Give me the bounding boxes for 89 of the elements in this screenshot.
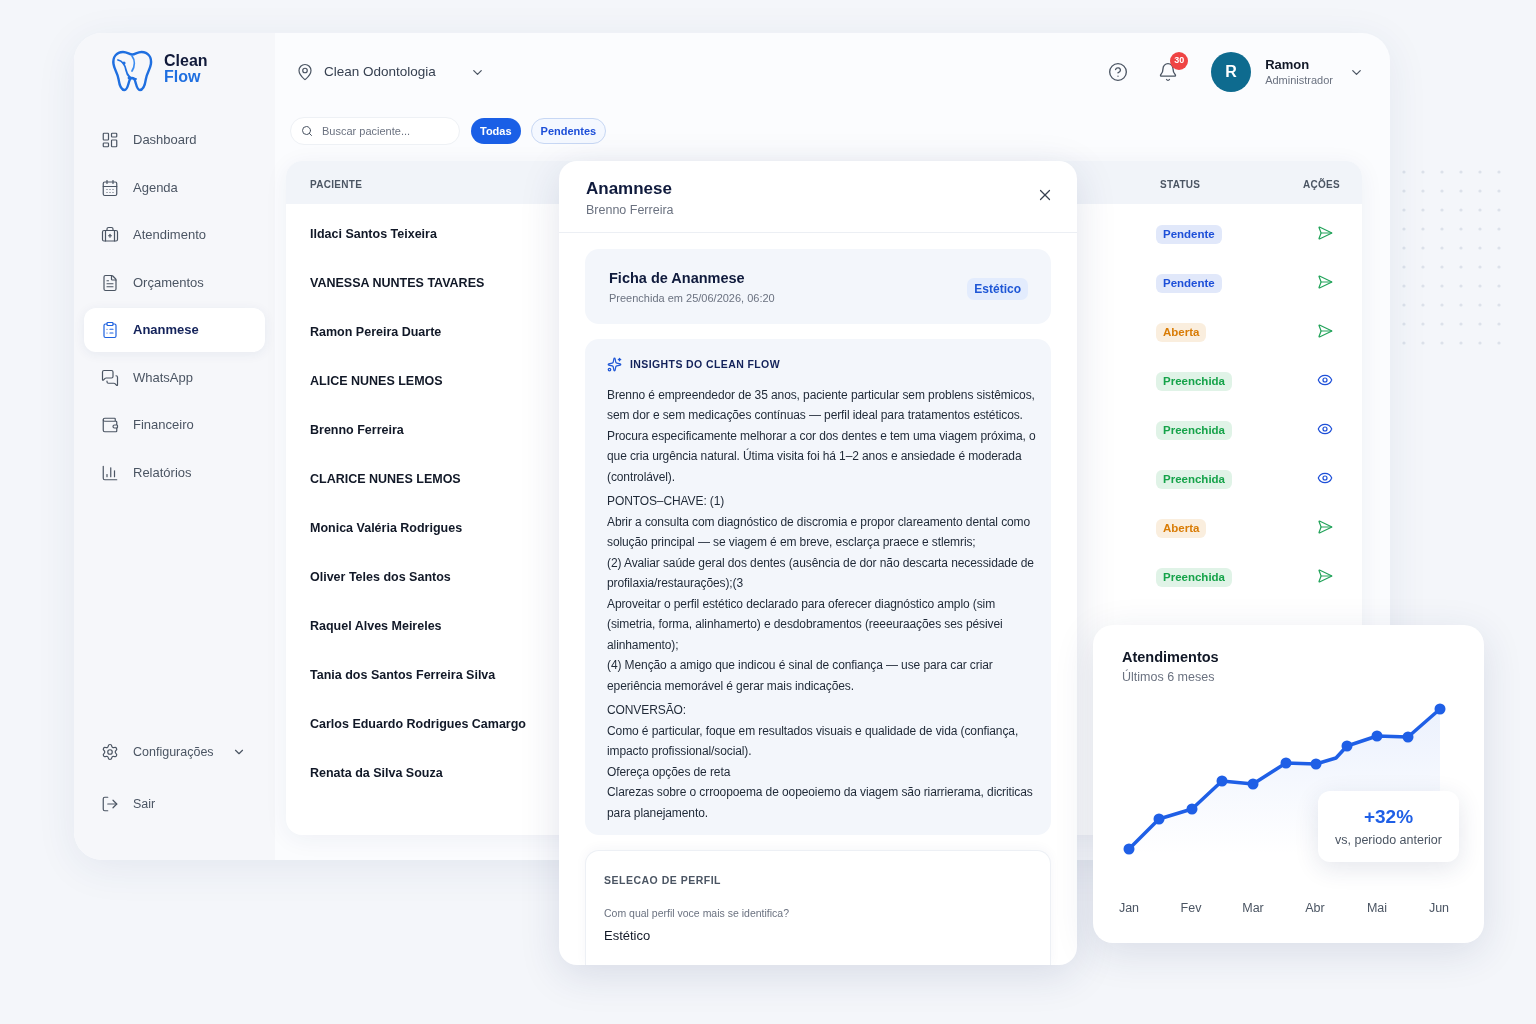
form-date: Preenchida em 25/06/2026, 06:20: [609, 290, 775, 305]
send-icon[interactable]: [1317, 273, 1333, 290]
wallet-icon: [101, 416, 119, 434]
insight-paragraph: Ofereça opções de reta: [607, 763, 732, 781]
chat-bubbles-icon: [101, 368, 119, 387]
filter-chip[interactable]: Pendentes: [530, 118, 607, 144]
logo-wordmark: Clean Flow: [164, 51, 208, 85]
map-pin-icon: [296, 63, 314, 81]
insight-paragraph: (4) Menção a amigo que indicou é sinal de confiança — use para car criar eperiência memorável é gerar mais indicações.: [607, 657, 994, 695]
nav-item[interactable]: Relatórios: [84, 450, 265, 495]
status-badge: Preenchida: [1156, 371, 1232, 391]
profile-tag: Estético: [967, 277, 1028, 300]
bar-chart-icon: [101, 463, 119, 482]
clinic-selector[interactable]: Clean Odontologia: [324, 61, 436, 83]
nav-item[interactable]: WhatsApp: [84, 355, 265, 400]
nav-item[interactable]: Atendimento: [84, 213, 265, 257]
status-badge: Preenchida: [1156, 420, 1232, 440]
axis-label: Mar: [1242, 900, 1264, 917]
column-header: STATUS: [1160, 178, 1201, 190]
dashboard-grid-icon: [101, 131, 119, 149]
send-icon[interactable]: [1317, 518, 1333, 535]
status-badge: Preenchida: [1156, 567, 1232, 587]
bell-icon[interactable]: [1158, 62, 1179, 82]
status-badge: Preenchida: [1156, 469, 1232, 489]
calendar-icon: [101, 178, 119, 197]
document-icon: [101, 273, 119, 292]
nav-item[interactable]: Dashboard: [84, 118, 265, 162]
form-title: Ficha de Ananmese: [609, 268, 746, 287]
status-badge: Aberta: [1156, 518, 1207, 538]
insight-paragraph: Brenno é empreendedor de 35 anos, paciente particular sem problens sistêmicos, sem dor e sem medicações contínuas — perfil ideal para tratamentos estéticos. Procura especificamente melhorar a cor dos dentes e tem uma viagem próxima, o que cria urgência natural. Útima visita foi há 1–2 anos e ansiedade é moderada (controlável).: [607, 386, 1037, 486]
status-badge: Pendente: [1156, 273, 1222, 293]
filter-chip[interactable]: Todas: [471, 118, 521, 144]
nav-item[interactable]: Sair: [84, 782, 156, 826]
axis-label: Jan: [1118, 900, 1140, 917]
nav-item[interactable]: Ananmese: [84, 308, 265, 352]
column-header: AÇÕES: [1302, 178, 1340, 190]
patient-name: Brenno Ferreira: [310, 422, 404, 437]
user-name: Ramon: [1265, 57, 1311, 73]
insight-paragraph: Abrir a consulta com diagnóstico de discromia e propor clareamento dental como solução principal — se viagem é em breve, esclarça praece e stlemris;: [607, 513, 1032, 552]
patient-name: Raquel Alves Meireles: [310, 618, 442, 633]
patient-name: VANESSA NUNTES TAVARES: [310, 275, 485, 290]
insight-paragraph: Como é particular, foque em resultados visuais e qualidade de vida (confiança, impacto profissional/social).: [607, 722, 1020, 761]
send-icon[interactable]: [1317, 322, 1333, 339]
medical-case-icon: [101, 226, 119, 244]
status-badge: Aberta: [1156, 322, 1207, 342]
send-icon[interactable]: [1317, 224, 1333, 241]
answer-text: Estético: [604, 926, 652, 945]
section-title: SELECAO DE PERFIL: [604, 873, 722, 889]
modal-title: Anamnese: [586, 178, 673, 200]
patient-name: Monica Valéria Rodrigues: [310, 520, 463, 535]
insight-paragraph: Aproveitar o perfil estético declarado para oferecer diagnóstico amplo (sim (simetria, forma, alinhamerto) e desdobramentos (reeeuraações ses pésivei alinhamento);: [607, 595, 1004, 654]
nav-item[interactable]: Financeiro: [84, 403, 265, 447]
avatar[interactable]: R: [1211, 52, 1252, 92]
logout-icon: [101, 795, 119, 813]
patient-name: Renata da Silva Souza: [310, 765, 443, 780]
chart-subtitle: Últimos 6 meses: [1122, 669, 1215, 685]
search-icon: [301, 125, 313, 137]
patient-name: Tania dos Santos Ferreira Silva: [310, 667, 496, 682]
notification-badge: 30: [1170, 52, 1189, 70]
patient-name: CLARICE NUNES LEMOS: [310, 471, 461, 486]
insight-paragraph: (2) Avaliar saúde geral dos dentes (ausência de dor não descarta necessidade de profilaxia/restaurações);(3: [607, 554, 1035, 593]
axis-label: Fev: [1180, 900, 1202, 917]
send-icon[interactable]: [1317, 567, 1333, 584]
nav-item[interactable]: Configurações: [84, 730, 214, 774]
help-icon[interactable]: [1108, 62, 1129, 82]
nav-item[interactable]: Orçamentos: [84, 260, 265, 305]
modal-subtitle: Brenno Ferreira: [586, 202, 674, 218]
insight-heading: PONTOS–CHAVE: (1): [607, 493, 726, 511]
axis-label: Jun: [1428, 900, 1450, 917]
insight-paragraph: Clarezas sobre o crroopoema de oopeoiemo da viagem são riarrierama, dicriticas para planejamento.: [607, 784, 1034, 822]
patient-name: Ildaci Santos Teixeira: [310, 226, 437, 241]
chart-title: Atendimentos: [1122, 648, 1219, 666]
patient-name: Oliver Teles dos Santos: [310, 569, 451, 584]
status-badge: Pendente: [1156, 224, 1222, 244]
axis-label: Abr: [1305, 900, 1325, 917]
patient-name: Ramon Pereira Duarte: [310, 324, 442, 339]
search-field[interactable]: Buscar paciente...: [290, 117, 460, 145]
patient-name: Carlos Eduardo Rodrigues Camargo: [310, 716, 526, 731]
insights-title: INSIGHTS DO CLEAN FLOW: [630, 357, 780, 372]
settings-icon: [101, 743, 119, 761]
sparkle-icon: [607, 357, 622, 373]
clipboard-icon: [101, 321, 119, 339]
nav-item[interactable]: Agenda: [84, 165, 265, 210]
column-header: PACIENTE: [310, 178, 363, 190]
insight-heading: CONVERSÃO:: [607, 702, 688, 720]
axis-label: Mai: [1366, 900, 1388, 917]
patient-name: ALICE NUNES LEMOS: [310, 373, 443, 388]
question-label: Com qual perfil voce mais se identifica?: [604, 906, 790, 921]
user-role: Administrador: [1265, 73, 1333, 87]
